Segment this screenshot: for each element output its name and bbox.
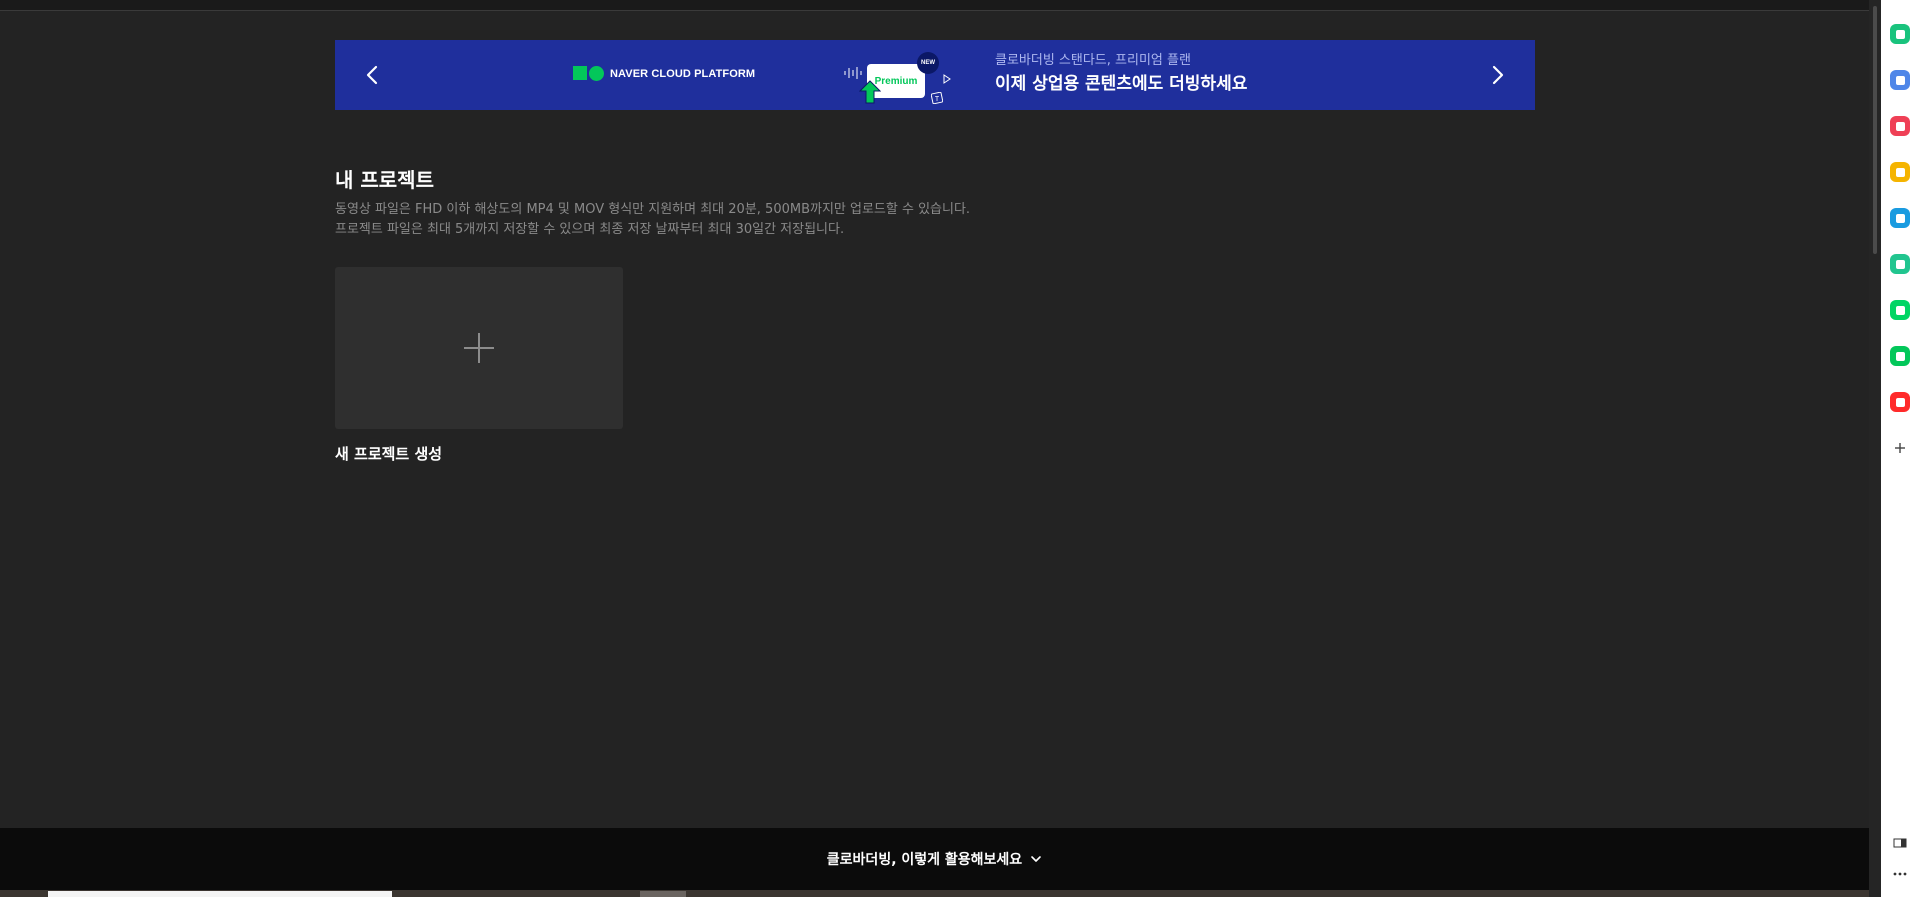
sidebar-play-circle-icon[interactable] (1890, 254, 1910, 274)
taskbar-app[interactable] (640, 891, 686, 897)
play-icon (943, 74, 951, 84)
sidebar-edge-icon[interactable] (1890, 208, 1910, 228)
vertical-scrollbar[interactable] (1869, 0, 1881, 897)
promo-banner[interactable]: NAVER CLOUD PLATFORM Premium NEW T 클로바더빙… (335, 40, 1535, 110)
sidebar-briefcase-icon[interactable] (1890, 70, 1910, 90)
banner-subtitle: 클로바더빙 스탠다드, 프리미엄 플랜 (995, 53, 1191, 68)
upload-arrow-icon (859, 80, 881, 104)
chevron-left-icon (366, 65, 378, 85)
more-dots-icon (1893, 872, 1907, 876)
sidebar-note-icon[interactable] (1890, 346, 1910, 366)
sidebar-star-icon[interactable] (1890, 162, 1910, 182)
banner-prev-button[interactable] (343, 40, 403, 110)
taskbar (0, 890, 1869, 897)
taskbar-search-box[interactable] (48, 891, 392, 897)
sidebar-more-icon[interactable] (1890, 864, 1910, 884)
naver-cloud-platform-logo: NAVER CLOUD PLATFORM (573, 66, 755, 81)
plus-icon (1895, 443, 1905, 453)
chevron-right-icon (1492, 65, 1504, 85)
text-doc-icon: T (931, 92, 943, 104)
chevron-down-icon (1031, 856, 1041, 862)
sidebar-webtoon-icon[interactable] (1890, 300, 1910, 320)
new-project-card[interactable] (335, 267, 623, 429)
premium-illustration: Premium NEW T (843, 50, 958, 106)
ncp-logo-text: NAVER CLOUD PLATFORM (610, 67, 756, 80)
banner-next-button[interactable] (1467, 40, 1527, 110)
usage-guide-label: 클로바더빙, 이렇게 활용해보세요 (826, 852, 1023, 868)
banner-copy: 클로바더빙 스탠다드, 프리미엄 플랜 이제 상업용 콘텐츠에도 더빙하세요 (995, 52, 1247, 97)
split-panel-icon (1893, 838, 1907, 848)
upload-guidelines: 동영상 파일은 FHD 이하 해상도의 MP4 및 MOV 형식만 지원하며 최… (335, 200, 970, 240)
new-badge: NEW (917, 52, 939, 74)
sound-wave-icon (844, 67, 862, 79)
new-project-label[interactable]: 새 프로젝트 생성 (335, 443, 442, 464)
sidebar-add-icon[interactable] (1890, 438, 1910, 458)
sidebar-now-icon[interactable] (1890, 392, 1910, 412)
banner-title: 이제 상업용 콘텐츠에도 더빙하세요 (995, 74, 1248, 94)
svg-text:T: T (935, 96, 940, 103)
sidebar-pocket-icon[interactable] (1890, 116, 1910, 136)
browser-sidebar (1881, 0, 1920, 897)
ncp-logo-icon (573, 66, 604, 81)
guideline-line-2: 프로젝트 파일은 최대 5개까지 저장할 수 있으며 최종 저장 날짜부터 최대… (335, 222, 845, 237)
sidebar-layout-icon[interactable] (1890, 833, 1910, 853)
main-content: NAVER CLOUD PLATFORM Premium NEW T 클로바더빙… (0, 0, 1869, 828)
usage-guide-bar[interactable]: 클로바더빙, 이렇게 활용해보세요 (0, 828, 1869, 890)
guideline-line-1: 동영상 파일은 FHD 이하 해상도의 MP4 및 MOV 형식만 지원하며 최… (335, 202, 971, 217)
scrollbar-thumb[interactable] (1873, 6, 1877, 254)
page-title: 내 프로젝트 (335, 168, 434, 192)
sidebar-bell-icon[interactable] (1890, 24, 1910, 44)
plus-icon (464, 333, 494, 363)
app-window: NAVER CLOUD PLATFORM Premium NEW T 클로바더빙… (0, 0, 1920, 897)
